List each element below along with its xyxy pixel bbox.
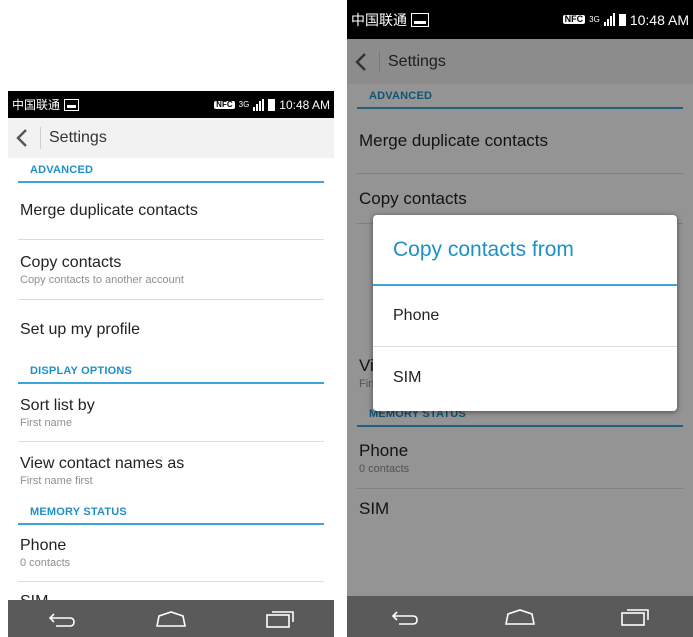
setting-subtitle: First name first	[20, 475, 93, 487]
setting-title: View contact names as	[20, 455, 185, 472]
copy-dialog-screen-right: 中国联通 NFC 3G 10:48 AM Settings ADVANCED M…	[347, 0, 693, 637]
setting-subtitle: Copy contacts to another account	[20, 273, 184, 286]
battery-icon	[618, 13, 626, 26]
home-icon[interactable]	[500, 604, 540, 630]
nfc-icon: NFC	[562, 14, 586, 24]
carrier-label: 中国联通	[351, 11, 407, 28]
section-header-memory: MEMORY STATUS	[18, 500, 324, 525]
carrier-label: 中国联通	[12, 98, 61, 112]
status-bar: 中国联通 NFC 3G 10:48 AM	[347, 0, 693, 39]
recent-apps-icon[interactable]	[260, 606, 300, 632]
nfc-icon: NFC	[214, 99, 235, 109]
image-notification-icon	[411, 12, 429, 27]
battery-icon	[268, 98, 276, 111]
image-notification-icon	[64, 98, 80, 111]
setting-title: Copy contacts	[20, 253, 122, 271]
clock: 10:48 AM	[629, 11, 689, 28]
signal-icon	[603, 12, 615, 26]
setting-set-up-profile[interactable]: Set up my profile	[18, 300, 324, 359]
network-type: 3G	[589, 15, 600, 24]
setting-title: Sort list by	[20, 396, 95, 414]
setting-subtitle: 0 contacts	[20, 557, 71, 569]
copy-contacts-dialog: Copy contacts from Phone SIM	[373, 215, 677, 411]
dialog-title: Copy contacts from	[373, 215, 677, 286]
section-header-advanced: ADVANCED	[18, 158, 324, 183]
signal-icon	[253, 98, 265, 111]
back-arrow-icon[interactable]	[385, 604, 425, 630]
app-bar: Settings	[8, 118, 334, 158]
status-bar: 中国联通 NFC 3G 10:48 AM	[8, 91, 334, 118]
dialog-option-sim[interactable]: SIM	[373, 347, 677, 408]
setting-subtitle: First name	[20, 416, 72, 429]
page-title: Settings	[49, 129, 107, 146]
home-icon[interactable]	[151, 606, 191, 632]
setting-merge-duplicates[interactable]: Merge duplicate contacts	[18, 183, 324, 240]
setting-title: Merge duplicate contacts	[20, 202, 198, 219]
section-header-display: DISPLAY OPTIONS	[18, 359, 324, 384]
setting-memory-phone[interactable]: Phone 0 contacts	[18, 525, 324, 582]
setting-title: Phone	[20, 537, 67, 554]
dialog-option-phone[interactable]: Phone	[373, 286, 677, 347]
app-bar-divider	[40, 127, 41, 149]
clock: 10:48 AM	[279, 97, 330, 112]
setting-sort-list[interactable]: Sort list by First name	[18, 384, 324, 442]
setting-copy-contacts[interactable]: Copy contacts Copy contacts to another a…	[18, 240, 324, 300]
back-arrow-icon[interactable]	[42, 606, 82, 632]
setting-title: Set up my profile	[20, 320, 141, 338]
settings-list: ADVANCED Merge duplicate contacts Copy c…	[8, 158, 334, 622]
chevron-left-icon[interactable]	[8, 118, 36, 158]
navigation-bar	[347, 596, 693, 637]
settings-screen-left: 中国联通 NFC 3G 10:48 AM Settings ADVANCED M…	[8, 91, 334, 637]
network-type: 3G	[238, 100, 250, 109]
navigation-bar	[8, 600, 334, 637]
setting-view-names[interactable]: View contact names as First name first	[18, 442, 324, 500]
recent-apps-icon[interactable]	[615, 604, 655, 630]
